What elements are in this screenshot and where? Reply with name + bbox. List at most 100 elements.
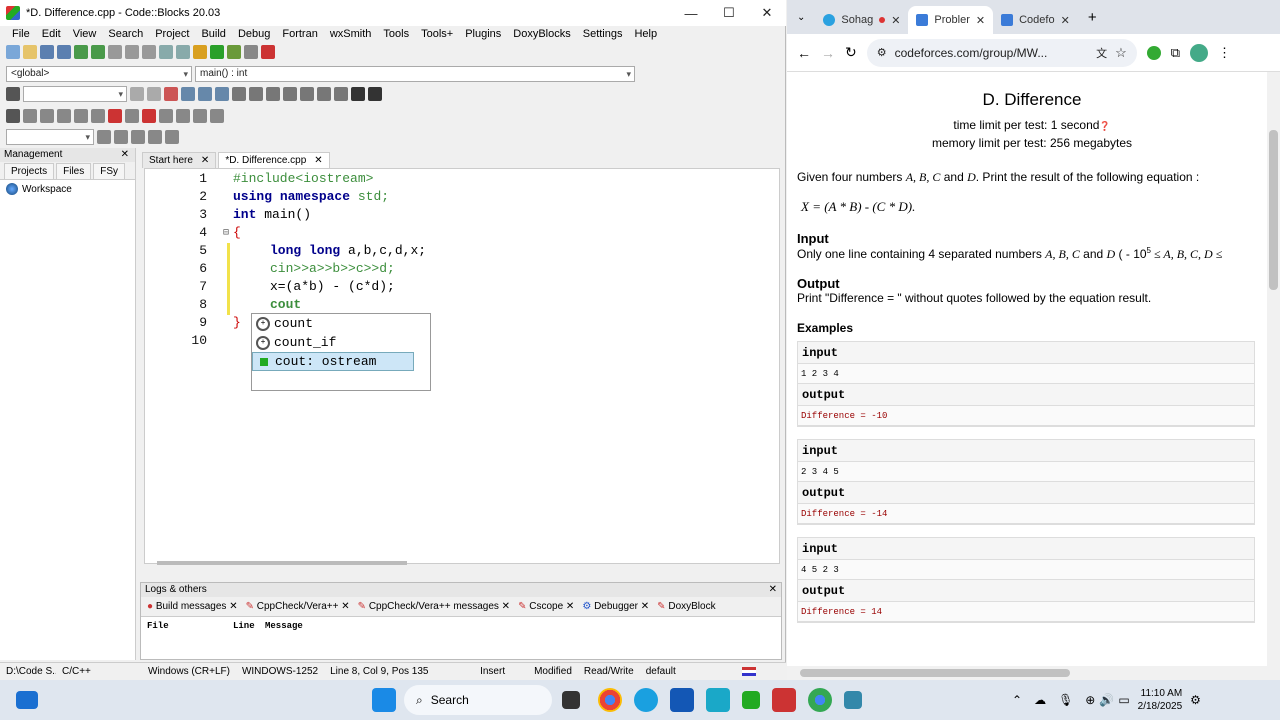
run-icon[interactable]	[210, 45, 224, 59]
build-icon[interactable]	[193, 45, 207, 59]
close-logs-icon[interactable]: ✕	[769, 583, 777, 597]
autocomplete-item-cout[interactable]: cout: ostream	[252, 352, 414, 371]
tab-start-here[interactable]: Start here ✕	[142, 152, 217, 168]
menu-file[interactable]: File	[6, 28, 36, 40]
example-output[interactable]: Difference = -14	[798, 504, 1254, 524]
screen-icon[interactable]	[706, 688, 730, 712]
close-tab-icon[interactable]: ✕	[1061, 14, 1070, 27]
app-icon[interactable]	[742, 691, 760, 709]
store-icon[interactable]	[670, 688, 694, 712]
menu-tools[interactable]: Tools	[377, 28, 415, 40]
clock[interactable]: 11:10 AM 2/18/2025	[1138, 687, 1183, 713]
tab-files[interactable]: Files	[56, 163, 92, 179]
cut-icon[interactable]	[108, 45, 122, 59]
case-icon[interactable]	[198, 87, 212, 101]
fold-icon[interactable]: ⊟	[223, 227, 229, 239]
menu-build[interactable]: Build	[195, 28, 231, 40]
highlight-icon[interactable]	[164, 87, 178, 101]
new-file-icon[interactable]	[6, 45, 20, 59]
build-run-icon[interactable]	[227, 45, 241, 59]
select-icon[interactable]	[232, 87, 246, 101]
mic-icon[interactable]: 🎙	[1058, 693, 1073, 707]
uncomment-icon[interactable]	[193, 109, 207, 123]
close-tab-icon[interactable]: ✕	[891, 14, 900, 27]
target-icon[interactable]	[6, 87, 20, 101]
site-info-icon[interactable]: ⚙	[877, 46, 887, 59]
forward-icon[interactable]	[147, 87, 161, 101]
menu-debug[interactable]: Debug	[232, 28, 276, 40]
menu-help[interactable]: Help	[628, 28, 663, 40]
help-icon[interactable]	[210, 109, 224, 123]
function-combo[interactable]: main() : int	[195, 66, 635, 82]
menu-view[interactable]: View	[67, 28, 103, 40]
redo-icon[interactable]	[91, 45, 105, 59]
menu-search[interactable]: Search	[102, 28, 149, 40]
autocomplete-item-count[interactable]: + count	[252, 314, 430, 333]
jump-forward-icon[interactable]	[165, 130, 179, 144]
comment-icon[interactable]	[176, 109, 190, 123]
step-out-icon[interactable]	[74, 109, 88, 123]
menu-plugins[interactable]: Plugins	[459, 28, 507, 40]
notification-icon[interactable]: ⚙	[1190, 693, 1201, 707]
close-tab-icon[interactable]: ✕	[314, 155, 322, 166]
menu-fortran[interactable]: Fortran	[276, 28, 323, 40]
close-panel-icon[interactable]: ✕	[121, 148, 129, 162]
editor-horizontal-scrollbar[interactable]	[157, 561, 407, 565]
snip-icon[interactable]	[844, 691, 862, 709]
browser-tab-codeforces[interactable]: Codefo ✕	[993, 6, 1078, 34]
reload-icon[interactable]: ↻	[845, 44, 857, 61]
example-output[interactable]: Difference = -10	[798, 406, 1254, 426]
layout-icon[interactable]	[266, 87, 280, 101]
tab-difference-cpp[interactable]: *D. Difference.cpp ✕	[218, 152, 330, 168]
taskbar-search[interactable]: ⌕ Search	[404, 685, 552, 715]
menu-edit[interactable]: Edit	[36, 28, 67, 40]
run-to-cursor-icon[interactable]	[23, 109, 37, 123]
match-icon[interactable]	[181, 87, 195, 101]
menu-tools-plus[interactable]: Tools+	[415, 28, 459, 40]
edge-icon[interactable]	[634, 688, 658, 712]
browser-tab-sohag[interactable]: Sohag ✕	[815, 6, 908, 34]
build-target-combo[interactable]	[23, 86, 127, 102]
rebuild-icon[interactable]	[244, 45, 258, 59]
scrollbar-thumb[interactable]	[1269, 130, 1278, 290]
bookmark-star-icon[interactable]: ☆	[1115, 45, 1137, 61]
prev-bookmark-icon[interactable]	[159, 109, 173, 123]
tab-cppcheck[interactable]: ✎ CppCheck/Vera++ ✕	[246, 601, 350, 612]
example-input[interactable]: 1 2 3 4	[798, 364, 1254, 384]
save-all-icon[interactable]	[57, 45, 71, 59]
widgets-icon[interactable]	[16, 691, 38, 709]
menu-wxsmith[interactable]: wxSmith	[324, 28, 378, 40]
tab-projects[interactable]: Projects	[4, 163, 55, 179]
menu-doxyblocks[interactable]: DoxyBlocks	[507, 28, 576, 40]
step-into-icon[interactable]	[57, 109, 71, 123]
replace-icon[interactable]	[176, 45, 190, 59]
forward-icon[interactable]: →	[821, 45, 835, 61]
tab-build-messages[interactable]: ● Build messages ✕	[147, 601, 238, 612]
save-icon[interactable]	[40, 45, 54, 59]
back-icon[interactable]: ←	[797, 45, 811, 61]
layout3-icon[interactable]	[300, 87, 314, 101]
code-editor[interactable]: 1 2 3 4 5 6 7 8 9 10 ⊟ #include<iostream…	[144, 168, 780, 565]
tab-debugger[interactable]: ⚙ Debugger ✕	[582, 601, 649, 612]
task-view-icon[interactable]	[562, 691, 580, 709]
zoom-out-icon[interactable]	[334, 87, 348, 101]
undo-icon[interactable]	[74, 45, 88, 59]
search-icon[interactable]	[97, 130, 111, 144]
layout2-icon[interactable]	[283, 87, 297, 101]
abort-icon[interactable]	[261, 45, 275, 59]
codeblocks-task-icon[interactable]	[772, 688, 796, 712]
s-icon[interactable]	[351, 87, 365, 101]
volume-icon[interactable]: 🔊	[1099, 693, 1114, 707]
onedrive-icon[interactable]: ☁	[1034, 693, 1046, 707]
search-combo[interactable]	[6, 129, 94, 145]
close-icon[interactable]: ✕	[748, 5, 786, 21]
maximize-icon[interactable]: ☐	[710, 5, 748, 21]
minimize-icon[interactable]: —	[672, 6, 710, 21]
debug-windows-icon[interactable]	[125, 109, 139, 123]
regex-icon[interactable]	[215, 87, 229, 101]
copy-icon[interactable]	[125, 45, 139, 59]
tray-chevron-icon[interactable]: ⌃	[1012, 693, 1022, 707]
horizontal-scrollbar-thumb[interactable]	[800, 669, 1070, 677]
debug-run-icon[interactable]	[6, 109, 20, 123]
chrome-task-icon[interactable]	[808, 688, 832, 712]
